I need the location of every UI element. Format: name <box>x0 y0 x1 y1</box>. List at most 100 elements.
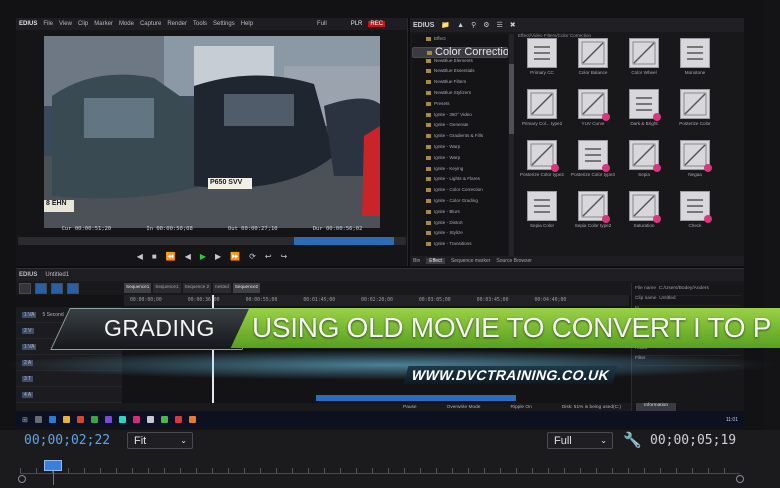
step-forward-icon[interactable]: ▶ <box>215 252 221 261</box>
tree-item[interactable]: Ignite - Distort <box>412 218 508 229</box>
effect-tile[interactable] <box>680 140 712 172</box>
tree-item[interactable]: Ignite - Lights & Flares <box>412 174 508 185</box>
taskbar-app-icon[interactable] <box>188 416 196 423</box>
effect-tile[interactable] <box>527 89 557 119</box>
effect-tile[interactable] <box>578 191 610 223</box>
effect-tile[interactable] <box>527 191 557 221</box>
tree-item[interactable]: Ignite - Keying <box>412 164 508 175</box>
track-header[interactable]: 4 A <box>16 387 122 403</box>
taskbar-app-icon[interactable] <box>104 416 112 423</box>
effect-tile[interactable] <box>578 89 610 121</box>
toolbar-button[interactable] <box>19 282 31 294</box>
wrench-icon[interactable]: 🔧 <box>623 431 642 449</box>
tab-sequence[interactable]: nested <box>213 283 231 293</box>
menu-clip[interactable]: Clip <box>78 21 88 27</box>
quality-select[interactable]: Full ⌄ <box>547 432 613 449</box>
up-arrow-icon[interactable]: ▲ <box>457 22 464 29</box>
taskbar-app-icon[interactable] <box>132 416 140 423</box>
toolbar-button[interactable] <box>35 282 47 294</box>
taskbar-app-icon[interactable] <box>90 416 98 423</box>
taskbar-app-icon[interactable] <box>62 416 70 423</box>
tree-item[interactable]: Ignite - Gradients & Fills <box>412 131 508 142</box>
effect-tile[interactable] <box>680 89 710 119</box>
tree-item[interactable]: Ignite - 360° Video <box>412 110 508 121</box>
tree-item[interactable]: NewBlue Essentials <box>412 66 508 77</box>
effect-tile[interactable] <box>578 140 610 172</box>
toolbar-button[interactable] <box>67 282 79 294</box>
menu-capture[interactable]: Capture <box>140 21 161 27</box>
effect-tile[interactable] <box>629 89 661 121</box>
taskbar-app-icon[interactable] <box>160 416 168 423</box>
tree-item[interactable]: Ignite - Transitions <box>412 239 508 250</box>
delete-icon[interactable]: ✖ <box>510 21 516 29</box>
tree-item[interactable]: Ignite - Warp <box>412 142 508 153</box>
tree-item[interactable]: NewBlue Elements <box>412 56 508 67</box>
effect-tile[interactable] <box>578 38 608 68</box>
gear-icon[interactable]: ⚙ <box>483 21 489 29</box>
tab-sequence[interactable]: Sequence1 <box>153 283 181 293</box>
scrub-start-marker[interactable] <box>18 475 26 483</box>
rewind-icon[interactable]: ⏪ <box>166 252 176 261</box>
tab-source-browser[interactable]: Source Browser <box>496 258 532 264</box>
scrub-end-marker[interactable] <box>736 475 744 483</box>
step-back-icon[interactable]: ◀ <box>185 252 191 261</box>
menu-marker[interactable]: Marker <box>94 21 113 27</box>
taskbar-app-icon[interactable] <box>174 416 182 423</box>
tree-item[interactable]: Presets <box>412 99 508 110</box>
taskbar-app-icon[interactable] <box>76 416 84 423</box>
effect-tile[interactable] <box>629 140 661 172</box>
insert-icon[interactable]: ↩ <box>265 252 272 261</box>
tab-sequence[interactable]: Sequence1 <box>124 283 152 293</box>
menu-mode[interactable]: Mode <box>119 21 134 27</box>
search-icon[interactable]: ⚲ <box>471 21 476 29</box>
plr-label[interactable]: PLR <box>351 21 363 27</box>
tree-item[interactable]: Ignite - Generate <box>412 120 508 131</box>
rec-label[interactable]: REC <box>368 21 386 27</box>
tree-item[interactable]: Ignite - Color Correction <box>412 185 508 196</box>
loop-icon[interactable]: ⟳ <box>249 252 256 261</box>
tab-sequence-marker[interactable]: Sequence marker <box>451 258 490 264</box>
playhead-handle[interactable] <box>44 460 62 471</box>
tab-information[interactable]: Information <box>636 403 676 411</box>
menu-render[interactable]: Render <box>167 21 187 27</box>
tab-bin[interactable]: Bin <box>413 258 420 264</box>
list-view-icon[interactable]: ☰ <box>496 21 502 29</box>
effect-tile[interactable] <box>680 191 712 223</box>
tab-sequence[interactable]: Sequence 2 <box>182 283 212 293</box>
tree-scrollbar[interactable] <box>509 34 514 256</box>
menu-tools[interactable]: Tools <box>193 21 207 27</box>
tab-effect[interactable]: Effect <box>426 258 445 264</box>
tree-item[interactable]: NewBlue Stylizers <box>412 88 508 99</box>
scrubber-track[interactable] <box>20 473 740 474</box>
tree-item[interactable]: NewBlue Filters <box>412 77 508 88</box>
taskbar-app-icon[interactable] <box>118 416 126 423</box>
fit-select[interactable]: Fit ⌄ <box>127 432 193 449</box>
taskbar-app-icon[interactable] <box>146 416 154 423</box>
stop-icon[interactable]: ■ <box>152 252 157 261</box>
player-scrub-bar[interactable] <box>18 237 406 245</box>
zoom-select[interactable]: Full <box>317 21 327 27</box>
effect-tile[interactable] <box>629 191 661 223</box>
tree-item[interactable]: Ignite - Warp <box>412 153 508 164</box>
effect-tile[interactable] <box>527 140 559 172</box>
fast-forward-icon[interactable]: ⏩ <box>230 252 240 261</box>
tree-item[interactable]: Ignite - Blurs <box>412 207 508 218</box>
menu-settings[interactable]: Settings <box>213 21 235 27</box>
toolbar-button[interactable] <box>51 282 63 294</box>
tab-sequence[interactable]: Sequence2 <box>232 283 261 293</box>
tree-scroll-thumb[interactable] <box>509 64 514 134</box>
effect-tile[interactable] <box>527 38 557 68</box>
taskbar-app-icon[interactable] <box>34 416 42 423</box>
set-in-icon[interactable]: ◀ <box>137 252 143 261</box>
effect-tile[interactable] <box>680 38 710 68</box>
folder-icon[interactable]: 📁 <box>441 21 450 29</box>
taskbar-app-icon[interactable] <box>48 416 56 423</box>
menu-view[interactable]: View <box>59 21 72 27</box>
tree-item[interactable]: Ignite - Stylize <box>412 228 508 239</box>
menu-file[interactable]: File <box>43 21 53 27</box>
menu-help[interactable]: Help <box>241 21 253 27</box>
effect-tile[interactable] <box>629 38 659 68</box>
tree-item[interactable]: Effect <box>412 34 508 45</box>
play-icon[interactable]: ▶ <box>200 252 206 261</box>
windows-start-icon[interactable]: ⊞ <box>22 416 28 424</box>
